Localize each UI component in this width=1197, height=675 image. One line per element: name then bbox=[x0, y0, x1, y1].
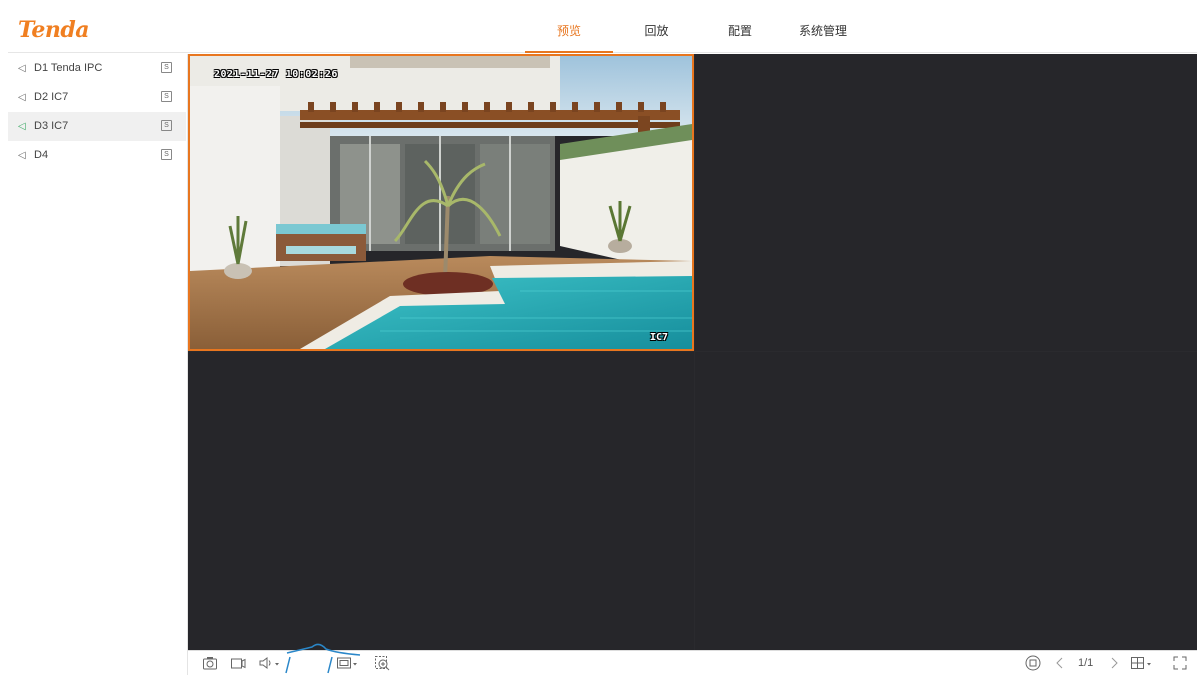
video-pane-3[interactable] bbox=[188, 352, 694, 650]
camera-icon: ◁ bbox=[18, 150, 26, 161]
channel-stream-icon[interactable]: S bbox=[161, 62, 172, 73]
page-indicator: 1/1 bbox=[1078, 657, 1094, 669]
tenda-logo[interactable]: Tenda bbox=[18, 17, 89, 43]
layout-select-icon[interactable] bbox=[1130, 655, 1156, 672]
tab-playback[interactable]: 回放 bbox=[613, 10, 700, 53]
playback-toolbar: 1/1 bbox=[188, 643, 1197, 675]
stream-select-icon[interactable] bbox=[336, 655, 360, 672]
nvr-web-client: Tenda 预览 回放 配置 系统管理 ◁ D1 Tenda IPC S ◁ D2 … bbox=[0, 0, 1197, 675]
camera-icon: ◁ bbox=[18, 92, 26, 103]
camera-feed-image bbox=[190, 56, 692, 349]
channel-stream-icon[interactable]: S bbox=[161, 149, 172, 160]
top-bar: Tenda 预览 回放 配置 系统管理 bbox=[8, 10, 1197, 53]
channel-stream-icon[interactable]: S bbox=[161, 120, 172, 131]
camera-icon: ◁ bbox=[18, 63, 26, 74]
device-label: D3 IC7 bbox=[34, 120, 69, 132]
device-list: ◁ D1 Tenda IPC S ◁ D2 IC7 S ◁ D3 IC7 S ◁ D4 … bbox=[8, 54, 188, 675]
video-pane-1[interactable]: 2021-11-27 10:02:26 IC7 bbox=[188, 54, 694, 351]
digital-zoom-icon[interactable] bbox=[374, 655, 390, 672]
prev-page-icon[interactable] bbox=[1054, 655, 1066, 672]
osd-timestamp: 2021-11-27 10:02:26 bbox=[214, 69, 338, 80]
device-label: D2 IC7 bbox=[34, 91, 69, 103]
audio-icon[interactable] bbox=[258, 655, 282, 672]
snapshot-icon[interactable] bbox=[202, 655, 218, 672]
device-item-d4[interactable]: ◁ D4 S bbox=[8, 141, 186, 170]
video-grid: 2021-11-27 10:02:26 IC7 bbox=[188, 54, 1197, 650]
osd-camera-name: IC7 bbox=[649, 332, 668, 343]
device-label: D1 Tenda IPC bbox=[34, 62, 103, 74]
stop-all-icon[interactable] bbox=[1024, 655, 1042, 672]
channel-stream-icon[interactable]: S bbox=[161, 91, 172, 102]
record-icon[interactable] bbox=[230, 655, 246, 672]
main-nav: 预览 回放 配置 系统管理 bbox=[525, 10, 866, 53]
video-pane-4[interactable] bbox=[695, 352, 1197, 650]
device-item-d1[interactable]: ◁ D1 Tenda IPC S bbox=[8, 54, 186, 83]
device-item-d3[interactable]: ◁ D3 IC7 S bbox=[8, 112, 186, 141]
fullscreen-icon[interactable] bbox=[1172, 655, 1188, 672]
tab-config[interactable]: 配置 bbox=[700, 10, 780, 53]
tab-system-management[interactable]: 系统管理 bbox=[780, 10, 866, 53]
device-label: D4 bbox=[34, 149, 49, 161]
device-item-d2[interactable]: ◁ D2 IC7 S bbox=[8, 83, 186, 112]
tab-preview[interactable]: 预览 bbox=[525, 10, 613, 53]
next-page-icon[interactable] bbox=[1108, 655, 1120, 672]
camera-icon: ◁ bbox=[18, 121, 26, 132]
video-pane-2[interactable] bbox=[695, 54, 1197, 351]
